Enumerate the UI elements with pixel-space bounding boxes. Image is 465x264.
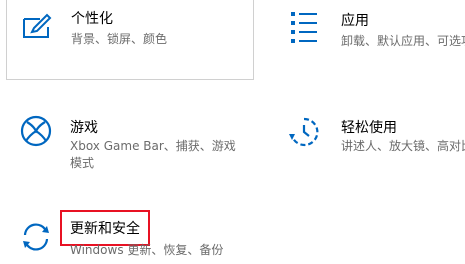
tile-update-security[interactable]: 更新和安全 Windows 更新、恢复、备份: [6, 200, 254, 264]
tile-gaming[interactable]: 游戏 Xbox Game Bar、捕获、游戏 模式: [6, 100, 254, 180]
apps-list-icon: [287, 10, 321, 44]
tile-title: 应用: [341, 13, 369, 29]
tile-title: 轻松使用: [341, 120, 397, 136]
tile-ease-of-access[interactable]: 轻松使用 讲述人、放大镜、高对比度: [270, 100, 465, 180]
tile-description: 背景、锁屏、颜色: [71, 32, 168, 46]
personalization-icon: [20, 10, 54, 44]
sync-arrows-icon: [19, 220, 53, 254]
tile-personalization[interactable]: 个性化 背景、锁屏、颜色: [6, 0, 254, 80]
tile-description: 卸载、默认应用、可选功能: [341, 34, 465, 48]
tile-description: Windows 更新、恢复、备份: [70, 243, 224, 257]
tile-description-continued: 模式: [70, 156, 95, 170]
tile-description: 讲述人、放大镜、高对比度: [341, 139, 465, 153]
tile-description: Xbox Game Bar、捕获、游戏: [70, 139, 236, 153]
xbox-icon: [19, 114, 53, 148]
tile-apps[interactable]: 应用 卸载、默认应用、可选功能: [270, 0, 465, 80]
tile-title: 个性化: [71, 11, 113, 27]
ease-of-access-icon: [287, 115, 321, 149]
tile-title: 游戏: [70, 120, 98, 136]
tile-title: 更新和安全: [70, 221, 140, 237]
